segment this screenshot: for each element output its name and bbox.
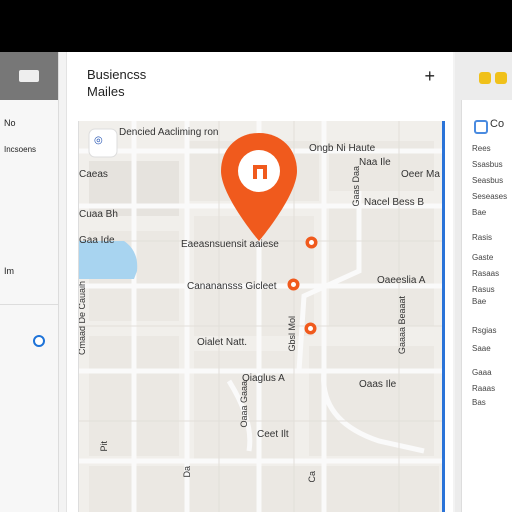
detail-line: Saae — [472, 344, 491, 353]
map-label: Nacel Bess B — [364, 197, 425, 208]
detail-line: Rees — [472, 144, 491, 153]
map-street-label: Pit — [99, 441, 109, 452]
window-controls — [479, 72, 507, 84]
detail-line: Bae — [472, 297, 487, 306]
map-label: Oialet Natt. — [197, 337, 248, 348]
left-rail: No Incsoens Im — [0, 52, 59, 512]
folder-icon — [19, 70, 39, 82]
rail-item-label[interactable]: No — [4, 118, 16, 128]
water-area — [79, 241, 138, 279]
panel-header: Co — [490, 118, 505, 130]
map-label: Ongb Ni Haute — [309, 143, 376, 154]
map-label: Caeas — [79, 169, 108, 180]
title-line-1: Busiencss — [87, 67, 147, 82]
divider — [0, 304, 58, 305]
title-line-2: Mailes — [87, 84, 125, 99]
map-street-label: Ca — [307, 471, 317, 483]
detail-line: Seseases — [472, 192, 508, 201]
map-label: Oaeeslia A — [377, 275, 426, 286]
map-street-label: Da — [182, 466, 192, 478]
detail-line: Rasis — [472, 233, 493, 242]
control-dot[interactable] — [495, 72, 507, 84]
search-icon[interactable]: ◎ — [94, 135, 103, 146]
detail-line: Rasaas — [472, 269, 500, 278]
map-label: Oaas Ile — [359, 379, 397, 390]
detail-line: Bas — [472, 398, 486, 407]
map-label: Ceet Ilt — [257, 429, 289, 440]
map-label: Gaa Ide — [79, 235, 115, 246]
panel-icon — [474, 120, 488, 134]
map-label: Cuaa Bh — [79, 209, 118, 220]
detail-line: Gaaa — [472, 368, 492, 377]
detail-line: Seasbus — [472, 176, 504, 185]
search-query: Dencied Aacliming ron — [119, 127, 219, 138]
map-label: Cananansss Gicleet — [187, 281, 277, 292]
rail-item-label[interactable]: Im — [4, 266, 14, 276]
detail-line: Ssasbus — [472, 160, 503, 169]
map-street-label: Oaaa Gaaa — [239, 381, 249, 428]
map-street-label: Cmaad De Cauaih — [78, 281, 87, 356]
location-marker[interactable] — [287, 278, 300, 291]
selected-location-pin[interactable] — [219, 131, 299, 245]
detail-line: Bae — [472, 208, 487, 217]
location-marker[interactable] — [304, 322, 317, 335]
map-street-label: Gbsl Mol — [287, 316, 297, 352]
location-marker[interactable] — [305, 236, 318, 249]
map-scrollbar[interactable] — [442, 121, 445, 512]
detail-line: Rasus — [472, 285, 495, 294]
map-label: Naa Ile — [359, 157, 391, 168]
map-label: Oeer Ma — [401, 169, 440, 180]
rail-item-label[interactable]: Incsoens — [4, 145, 36, 154]
detail-line: Gaste — [472, 253, 494, 262]
radio-indicator[interactable] — [33, 335, 45, 347]
detail-line: Raaas — [472, 384, 496, 393]
map-street-label: Gaaaa Beaaat — [397, 296, 407, 355]
map-street-label: Gaas Daa — [351, 166, 361, 207]
rail-top-bar[interactable] — [0, 52, 58, 100]
add-button[interactable]: + — [424, 66, 435, 87]
control-dot[interactable] — [479, 72, 491, 84]
detail-line: Rsgias — [472, 326, 497, 335]
page-title: Busiencss Mailes — [87, 66, 146, 100]
